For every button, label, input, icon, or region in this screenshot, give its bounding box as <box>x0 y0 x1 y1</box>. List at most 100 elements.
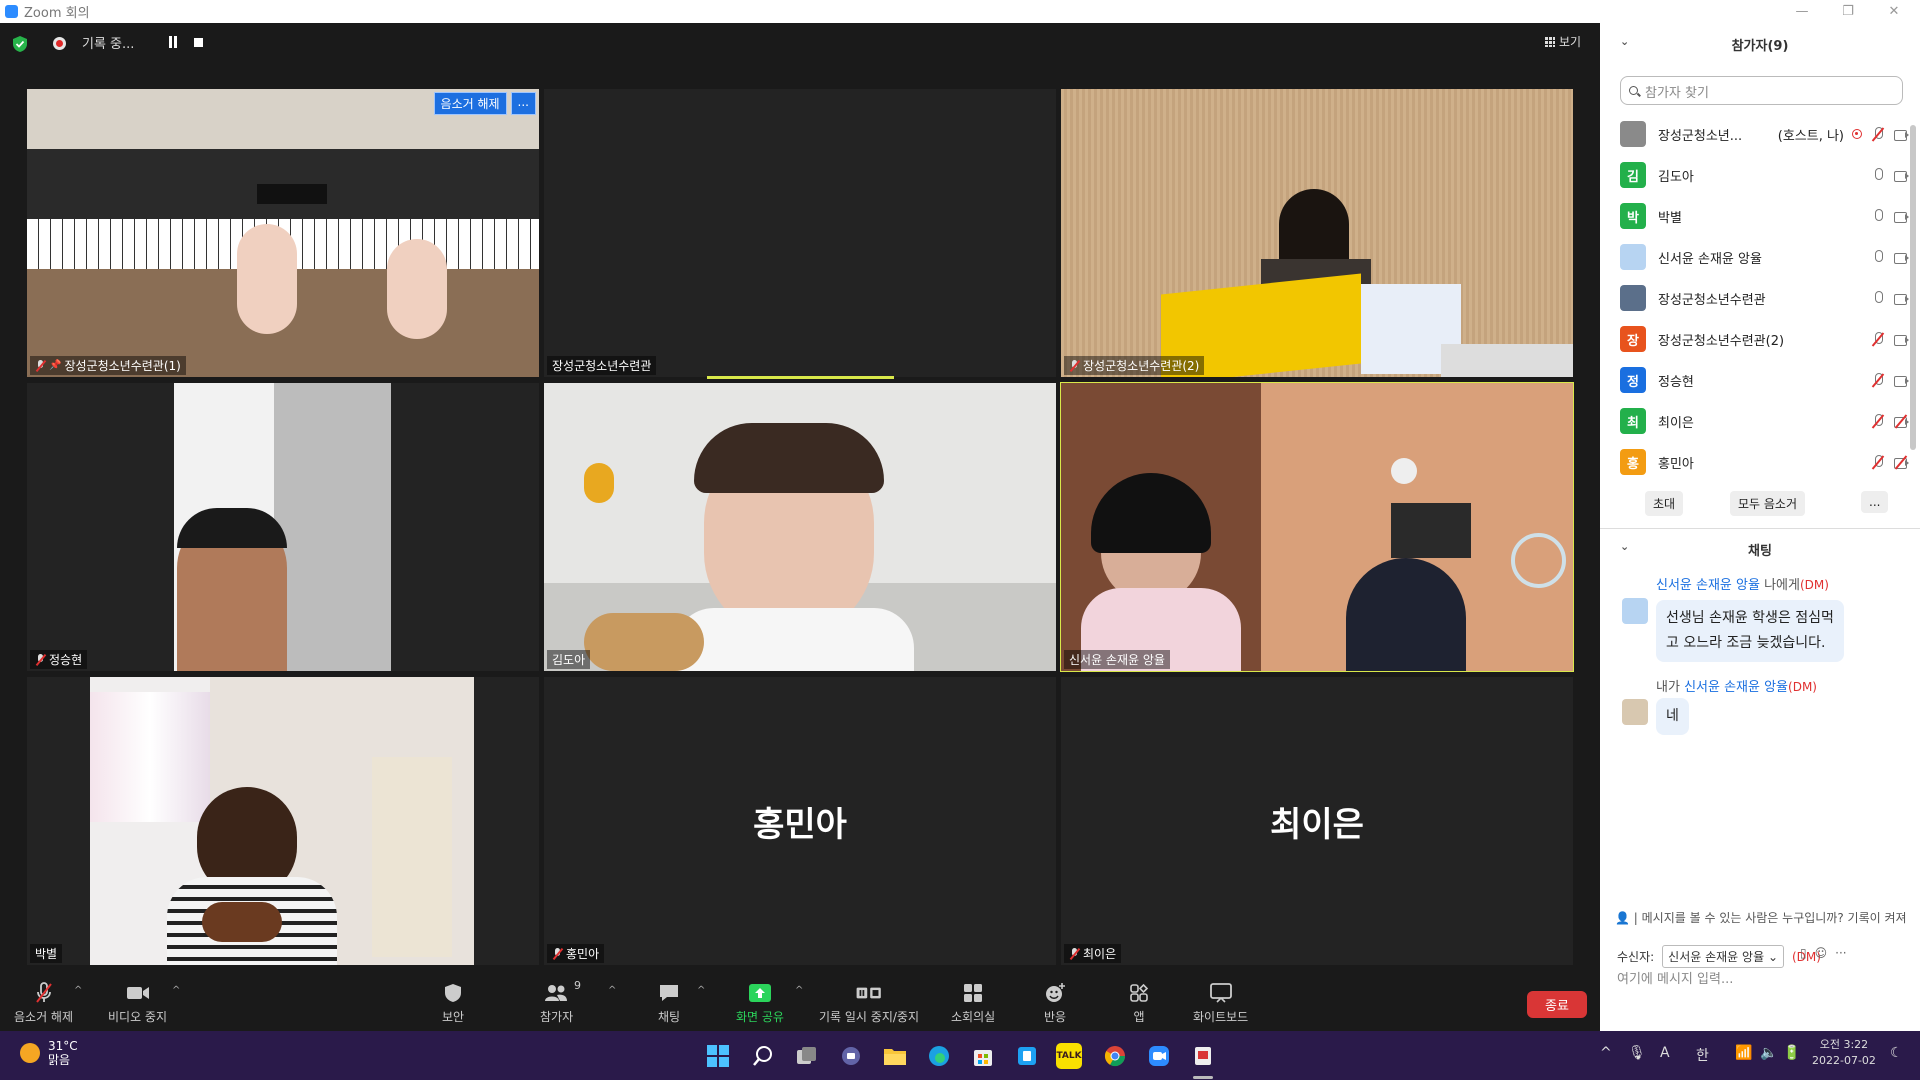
windows-start-icon[interactable] <box>703 1041 733 1071</box>
camera-icon[interactable] <box>1894 129 1910 141</box>
participant-row[interactable]: 신서윤 손재윤 앙율 <box>1620 242 1910 272</box>
file-icon[interactable]: ▯ <box>1800 946 1807 960</box>
security-button[interactable]: 보안 <box>440 981 466 1025</box>
reactions-button[interactable]: 반응 <box>1042 981 1068 1025</box>
edge-browser-icon[interactable] <box>924 1041 954 1071</box>
video-tile-8[interactable]: 홍민아 홍민아 <box>544 677 1056 965</box>
encryption-shield-icon[interactable] <box>12 35 28 53</box>
more-icon[interactable]: ··· <box>1835 946 1846 960</box>
participant-list-scrollbar[interactable] <box>1910 125 1916 450</box>
camera-icon[interactable] <box>1894 170 1910 182</box>
chat-options-chevron-icon[interactable]: ^ <box>697 985 705 996</box>
kakaotalk-icon[interactable]: TALK <box>1056 1043 1082 1069</box>
mic-icon[interactable] <box>1872 167 1884 183</box>
stop-recording-icon[interactable] <box>194 38 203 47</box>
video-tile-2[interactable]: 장성군청소년수련관 <box>544 89 1056 377</box>
mic-icon[interactable] <box>1872 208 1884 224</box>
tile-unmute-button[interactable]: 음소거 해제 <box>433 92 507 115</box>
mute-all-button[interactable]: 모두 음소거 <box>1730 491 1806 516</box>
video-tile-9[interactable]: 최이은 최이은 <box>1061 677 1573 965</box>
zoom-taskbar-icon[interactable] <box>1144 1041 1174 1071</box>
microsoft-store-icon[interactable] <box>968 1041 998 1071</box>
collapse-chat-chevron-icon[interactable]: ⌄ <box>1620 540 1629 553</box>
participant-row[interactable]: 홍 홍민아 <box>1620 447 1910 477</box>
font-tray-icon[interactable]: A <box>1660 1045 1670 1061</box>
chat-sender[interactable]: 신서윤 손재윤 앙율 <box>1656 578 1760 593</box>
camera-off-icon[interactable] <box>1894 454 1910 470</box>
participants-more-button[interactable]: ... <box>1861 491 1889 513</box>
emoji-icon[interactable]: ☺ <box>1815 946 1828 960</box>
task-view-icon[interactable] <box>792 1041 822 1071</box>
video-tile-6-active-speaker[interactable]: 신서윤 손재윤 앙율 <box>1060 382 1574 672</box>
stop-video-button[interactable]: 비디오 중지 <box>108 981 167 1025</box>
whiteboard-button[interactable]: 화이트보드 <box>1193 981 1248 1025</box>
video-tile-4[interactable]: 정승현 <box>27 383 539 671</box>
participant-row[interactable]: 김 김도아 <box>1620 160 1910 190</box>
mic-muted-icon[interactable] <box>1872 126 1884 142</box>
participants-button[interactable]: 참가자 <box>540 981 573 1025</box>
weather-widget[interactable]: 31°C 맑음 <box>20 1039 78 1067</box>
snipping-tool-icon[interactable] <box>1188 1041 1218 1071</box>
system-clock[interactable]: 오전 3:22 2022-07-02 <box>1812 1037 1876 1069</box>
battery-icon[interactable]: 🔋 <box>1783 1045 1800 1061</box>
participant-search-input[interactable]: 참가자 찾기 <box>1620 76 1903 105</box>
mic-icon[interactable] <box>1872 249 1884 265</box>
video-tile-3[interactable]: 장성군청소년수련관(2) <box>1061 89 1573 377</box>
mic-muted-icon[interactable] <box>1872 331 1884 347</box>
chrome-icon[interactable] <box>1100 1041 1130 1071</box>
video-tile-7[interactable]: 박별 <box>27 677 539 965</box>
end-meeting-button[interactable]: 종료 <box>1527 991 1587 1018</box>
camera-icon[interactable] <box>1894 334 1910 346</box>
audio-options-chevron-icon[interactable]: ^ <box>74 985 82 996</box>
mic-muted-icon[interactable] <box>1872 372 1884 388</box>
apps-button[interactable]: 앱 <box>1126 981 1152 1025</box>
minimize-icon[interactable]: — <box>1780 0 1824 23</box>
search-icon[interactable] <box>748 1041 778 1071</box>
tile-more-button[interactable]: ... <box>510 92 536 115</box>
chat-message-input[interactable]: 여기에 메시지 입력... <box>1617 968 1733 987</box>
participant-row[interactable]: 장성군청소년... (호스트, 나) <box>1620 119 1910 149</box>
ime-indicator[interactable]: 한 <box>1696 1045 1709 1065</box>
share-screen-button[interactable]: 화면 공유 <box>736 981 784 1025</box>
camera-icon[interactable] <box>1894 293 1910 305</box>
app-icon[interactable] <box>1012 1041 1042 1071</box>
pause-stop-recording-button[interactable]: 기록 일시 중지/중지 <box>819 981 919 1025</box>
camera-icon[interactable] <box>1894 375 1910 387</box>
share-options-chevron-icon[interactable]: ^ <box>795 985 803 996</box>
participant-row[interactable]: 최 최이은 <box>1620 406 1910 436</box>
camera-icon[interactable] <box>1894 252 1910 264</box>
close-icon[interactable]: ✕ <box>1872 0 1916 23</box>
teams-chat-icon[interactable] <box>836 1041 866 1071</box>
breakout-rooms-button[interactable]: 소회의실 <box>951 981 995 1025</box>
camera-off-icon[interactable] <box>1894 413 1910 429</box>
pause-recording-icon[interactable] <box>167 36 179 49</box>
video-tile-5[interactable]: 김도아 <box>544 383 1056 671</box>
participant-row[interactable]: 장 장성군청소년수련관(2) <box>1620 324 1910 354</box>
tray-overflow-chevron-icon[interactable]: ^ <box>1600 1045 1612 1061</box>
wifi-icon[interactable]: 📶 <box>1735 1045 1752 1061</box>
chat-visibility-notice[interactable]: 👤 | 메시지를 볼 수 있는 사람은 누구입니까? 기록이 켜져 <box>1615 909 1920 926</box>
participant-list-name: 정승현 <box>1658 374 1694 390</box>
invite-button[interactable]: 초대 <box>1645 491 1684 516</box>
chat-recipient[interactable]: 신서윤 손재윤 앙율 <box>1684 680 1788 695</box>
mic-muted-icon[interactable] <box>1872 413 1884 429</box>
notification-moon-icon[interactable]: ☾ <box>1890 1045 1903 1061</box>
file-explorer-icon[interactable] <box>880 1041 910 1071</box>
volume-icon[interactable]: 🔈 <box>1760 1045 1777 1061</box>
view-button[interactable]: 보기 <box>1545 33 1581 50</box>
video-tile-1[interactable]: 음소거 해제 ... 📌 장성군청소년수련관(1) <box>27 89 539 377</box>
microphone-tray-icon[interactable]: 🎙 <box>1628 1045 1646 1061</box>
participant-row[interactable]: 박 박별 <box>1620 201 1910 231</box>
unmute-button[interactable]: 음소거 해제 <box>14 981 73 1025</box>
collapse-participants-chevron-icon[interactable]: ⌄ <box>1620 35 1629 48</box>
participant-row[interactable]: 장성군청소년수련관 <box>1620 283 1910 313</box>
video-options-chevron-icon[interactable]: ^ <box>172 985 180 996</box>
recipient-select[interactable]: 신서윤 손재윤 앙율 ⌄ <box>1662 945 1784 968</box>
mic-icon[interactable] <box>1872 290 1884 306</box>
participant-row[interactable]: 정 정승현 <box>1620 365 1910 395</box>
chat-button[interactable]: 채팅 <box>656 981 682 1025</box>
mic-muted-icon[interactable] <box>1872 454 1884 470</box>
participants-options-chevron-icon[interactable]: ^ <box>608 985 616 996</box>
camera-icon[interactable] <box>1894 211 1910 223</box>
maximize-icon[interactable]: ❐ <box>1826 0 1870 23</box>
